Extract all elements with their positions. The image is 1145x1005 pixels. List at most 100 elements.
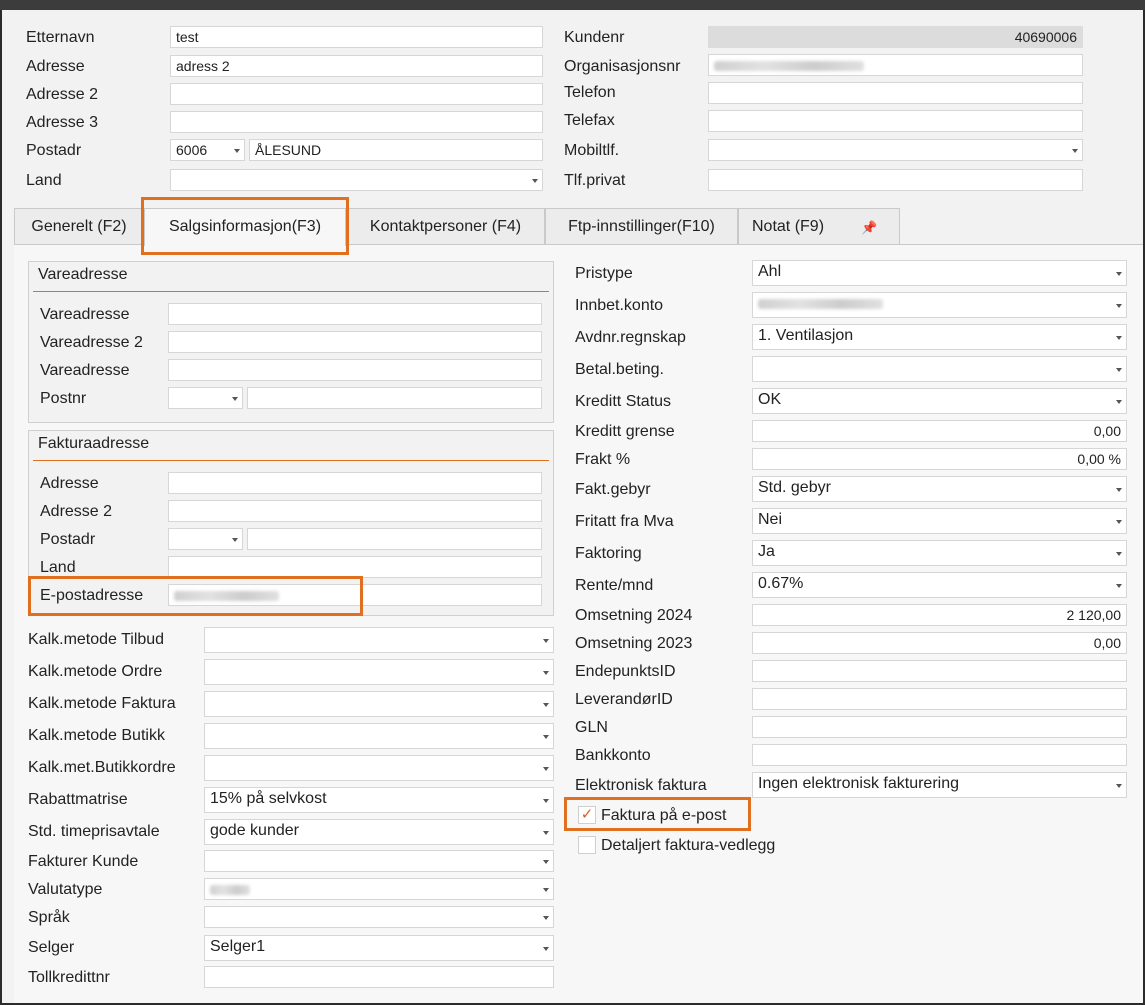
tollkredittnr-input[interactable] [204,966,554,988]
endepunkt-input[interactable] [752,660,1127,682]
selger-select[interactable]: Selger1 [204,935,554,961]
chevron-down-icon [1116,784,1122,788]
chevron-down-icon [543,860,549,864]
timepris-label: Std. timeprisavtale [28,823,160,840]
fakt-gebyr-label: Fakt.gebyr [575,481,651,498]
chevron-down-icon [232,538,238,542]
bankkonto-input[interactable] [752,744,1127,766]
gln-input[interactable] [752,716,1127,738]
kalk-faktura-select[interactable] [204,691,554,717]
selger-label: Selger [28,939,75,956]
valutatype-label: Valutatype [28,881,103,898]
faktoring-select[interactable]: Ja [752,540,1127,566]
land-select[interactable] [170,169,543,191]
pristype-select[interactable]: Ahl [752,260,1127,286]
timepris-value: gode kunder [210,822,299,839]
mobiltlf-select[interactable] [708,139,1083,161]
adresse2-input[interactable] [170,83,543,105]
selger-value: Selger1 [210,938,266,955]
land-label: Land [26,172,62,189]
tab-kontaktpersoner[interactable]: Kontaktpersoner (F4) [346,208,545,245]
chevron-down-icon [543,947,549,951]
vareadresse2-input[interactable] [168,331,542,353]
vareadresse-input[interactable] [168,303,542,325]
frakt-label: Frakt % [575,451,631,468]
leverandor-input[interactable] [752,688,1127,710]
faktura-postnr-select[interactable] [168,528,243,550]
fritatt-mva-select[interactable]: Nei [752,508,1127,534]
mobiltlf-label: Mobiltlf. [564,142,620,159]
rente-select[interactable]: 0.67% [752,572,1127,598]
tollkredittnr-label: Tollkredittnr [28,969,110,986]
kreditt-status-value: OK [758,391,782,408]
avdnr-select[interactable]: 1. Ventilasjon [752,324,1127,350]
innbet-konto-select[interactable] [752,292,1127,318]
fakt-gebyr-value: Std. gebyr [758,479,831,496]
chevron-down-icon [543,671,549,675]
bankkonto-label: Bankkonto [575,747,651,764]
rabattmatrise-select[interactable]: 15% på selvkost [204,787,554,813]
fakturer-kunde-select[interactable] [204,850,554,872]
valutatype-select[interactable] [204,878,554,900]
pristype-label: Pristype [575,265,633,282]
chevron-down-icon [1116,488,1122,492]
rente-label: Rente/mnd [575,577,654,594]
betal-select[interactable] [752,356,1127,382]
telefax-input[interactable] [708,110,1083,132]
fritatt-mva-label: Fritatt fra Mva [575,513,674,530]
telefon-label: Telefon [564,84,616,101]
kreditt-status-select[interactable]: OK [752,388,1127,414]
poststed-input[interactable]: ÅLESUND [249,139,543,161]
vare-poststed-input[interactable] [247,387,542,409]
oms2024-label: Omsetning 2024 [575,607,693,624]
kalk-ordre-select[interactable] [204,659,554,685]
vareadresse3-input[interactable] [168,359,542,381]
group-divider [33,460,549,461]
telefon-input[interactable] [708,82,1083,104]
faktura-adresse-input[interactable] [168,472,542,494]
highlight-epost [28,576,363,616]
gln-label: GLN [575,719,608,736]
tab-generelt[interactable]: Generelt (F2) [14,208,144,245]
endepunkt-label: EndepunktsID [575,663,676,680]
chevron-down-icon [532,179,538,183]
organisasjonsnr-input[interactable] [708,54,1083,76]
frakt-input[interactable]: 0,00 % [752,448,1127,470]
tab-ftp-innstillinger[interactable]: Ftp-innstillinger(F10) [545,208,738,245]
faktura-land-input[interactable] [168,556,542,578]
postnr-select[interactable]: 6006 [170,139,245,161]
vare-postnr-select[interactable] [168,387,243,409]
postadr-label: Postadr [26,142,82,159]
chevron-down-icon [1116,304,1122,308]
adresse3-input[interactable] [170,111,543,133]
vareadresse-title: Vareadresse [38,266,128,283]
chevron-down-icon [543,916,549,920]
kalk-butikk-select[interactable] [204,723,554,749]
faktura-poststed-input[interactable] [247,528,542,550]
etternavn-input[interactable]: test [170,26,543,48]
tlfprivat-input[interactable] [708,169,1083,191]
chevron-down-icon [1116,552,1122,556]
pristype-value: Ahl [758,263,782,280]
chevron-down-icon [543,888,549,892]
timepris-select[interactable]: gode kunder [204,819,554,845]
adresse3-label: Adresse 3 [26,114,99,131]
kreditt-grense-input[interactable]: 0,00 [752,420,1127,442]
faktura-adresse2-input[interactable] [168,500,542,522]
kalk-butikkordre-select[interactable] [204,755,554,781]
fritatt-mva-value: Nei [758,511,783,528]
adresse-input[interactable]: adress 2 [170,55,543,77]
elektronisk-select[interactable]: Ingen elektronisk fakturering [752,772,1127,798]
detaljert-checkbox[interactable] [578,836,596,854]
chevron-down-icon [1116,272,1122,276]
postnr-value: 6006 [176,142,208,158]
rabattmatrise-label: Rabattmatrise [28,791,128,808]
fakt-gebyr-select[interactable]: Std. gebyr [752,476,1127,502]
avdnr-value: 1. Ventilasjon [758,327,854,344]
sprak-select[interactable] [204,906,554,928]
kalk-tilbud-select[interactable] [204,627,554,653]
pin-icon[interactable]: 📌 [861,220,877,236]
avdnr-label: Avdnr.regnskap [575,329,686,346]
vare-postnr-label: Postnr [40,390,87,407]
organisasjonsnr-label: Organisasjonsnr [564,58,681,75]
